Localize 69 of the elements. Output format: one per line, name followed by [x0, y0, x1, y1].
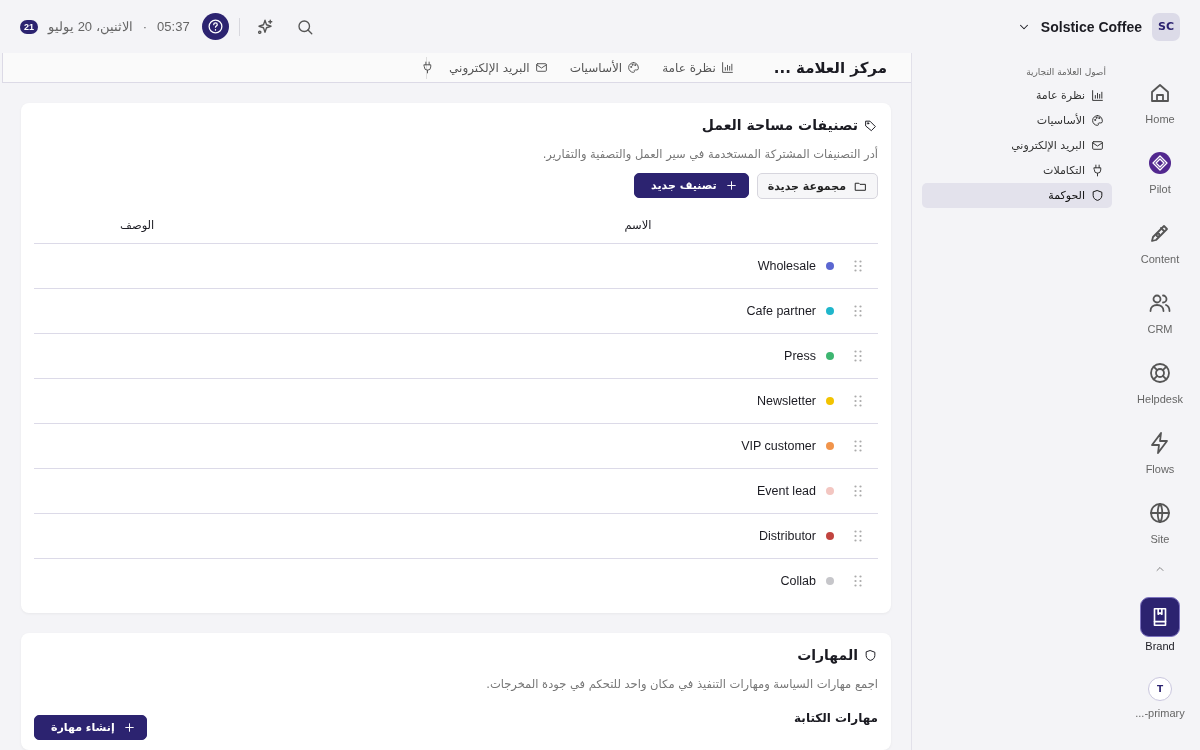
tab[interactable]: البريد الإلكتروني — [449, 60, 548, 75]
plus-icon — [122, 721, 136, 734]
page-title: مركز العلامة ... — [773, 58, 887, 77]
date-badge: 21 — [20, 19, 38, 34]
tag-name: Cafe partner — [746, 304, 816, 318]
card-title: تصنيفات مساحة العمل — [701, 117, 858, 133]
shield-icon — [864, 648, 877, 662]
rail-label[interactable]: CRM — [1147, 323, 1173, 335]
rail-label[interactable]: Helpdesk — [1137, 393, 1183, 405]
book-icon[interactable] — [1140, 597, 1180, 637]
rail-label[interactable]: Content — [1140, 253, 1180, 265]
time-text: 05:37 — [157, 19, 190, 34]
sidebar-item[interactable]: التكاملات — [922, 158, 1112, 183]
drag-handle-icon[interactable] — [854, 350, 862, 362]
create-skill-button[interactable]: إنشاء مهارة — [34, 715, 147, 740]
search-icon[interactable] — [295, 17, 314, 36]
help-icon — [206, 18, 224, 35]
workspace-name[interactable]: Solstice Coffee — [1040, 18, 1142, 35]
new-group-button[interactable]: مجموعة جديدة — [756, 173, 878, 199]
drag-handle-icon[interactable] — [854, 530, 862, 542]
sidebar-item[interactable]: الأساسيات — [922, 108, 1112, 133]
section-heading: أصول العلامة التجارية — [1025, 67, 1107, 79]
drag-handle-icon[interactable] — [854, 305, 862, 317]
card-description: اجمع مهارات السياسة ومهارات التنفيذ في مكان واحد للتحكم في جودة المخرجات. — [485, 677, 878, 691]
help-button[interactable] — [201, 13, 229, 40]
tag-name: VIP customer — [741, 439, 816, 453]
separator-dot: · — [142, 19, 148, 34]
tag-name: Collab — [780, 574, 816, 588]
tab[interactable]: الأساسيات — [569, 60, 641, 75]
user-avatar[interactable]: T — [1148, 677, 1172, 701]
rail-label[interactable]: Site — [1150, 533, 1170, 545]
palette-icon — [1091, 114, 1104, 127]
rail-label[interactable]: Flows — [1145, 463, 1175, 475]
tag-name: Distributor — [759, 529, 816, 543]
palette-icon — [627, 61, 641, 74]
workspace-avatar[interactable]: SC — [1152, 12, 1180, 41]
tag-name: Newsletter — [756, 394, 816, 408]
mail-icon — [534, 61, 548, 74]
rail-label[interactable]: ...-primary — [1135, 707, 1185, 719]
new-tag-button[interactable]: تصنيف جديد — [634, 173, 749, 198]
drag-handle-icon[interactable] — [854, 575, 862, 587]
column-header: الاسم — [623, 218, 653, 232]
column-header: الوصف — [119, 218, 156, 232]
mail-icon — [1091, 139, 1104, 152]
date-text: الاثنين، 20 يوليو — [48, 19, 133, 34]
drag-handle-icon[interactable] — [854, 395, 862, 407]
tag-name: Event lead — [756, 484, 816, 498]
card-description: أدر التصنيفات المشتركة المستخدمة في سير العمل والتصفية والتقارير. — [541, 147, 878, 161]
rail-label[interactable]: Brand — [1145, 640, 1175, 652]
tag-icon — [864, 118, 877, 132]
sidebar-item[interactable]: الحوكمة — [922, 183, 1112, 208]
chart-icon — [720, 61, 734, 74]
card-title: المهارات — [797, 647, 858, 663]
plus-icon — [724, 179, 738, 192]
plug-icon — [1091, 164, 1104, 177]
sidebar-item[interactable]: البريد الإلكتروني — [922, 133, 1112, 158]
tag-name: Press — [784, 349, 816, 363]
sparkle-icon[interactable] — [255, 17, 274, 36]
drag-handle-icon[interactable] — [854, 440, 862, 452]
drag-handle-icon[interactable] — [854, 485, 862, 497]
rail-label[interactable]: Home — [1145, 113, 1175, 125]
tab[interactable]: نظرة عامة — [662, 60, 734, 75]
sidebar-item[interactable]: نظرة عامة — [922, 83, 1112, 108]
tag-name: Wholesale — [757, 259, 816, 273]
section-title: مهارات الكتابة — [794, 711, 878, 725]
rail-label[interactable]: Pilot — [1149, 183, 1171, 195]
chart-icon — [1091, 89, 1104, 102]
drag-handle-icon[interactable] — [854, 260, 862, 272]
shield-icon — [1091, 189, 1104, 202]
